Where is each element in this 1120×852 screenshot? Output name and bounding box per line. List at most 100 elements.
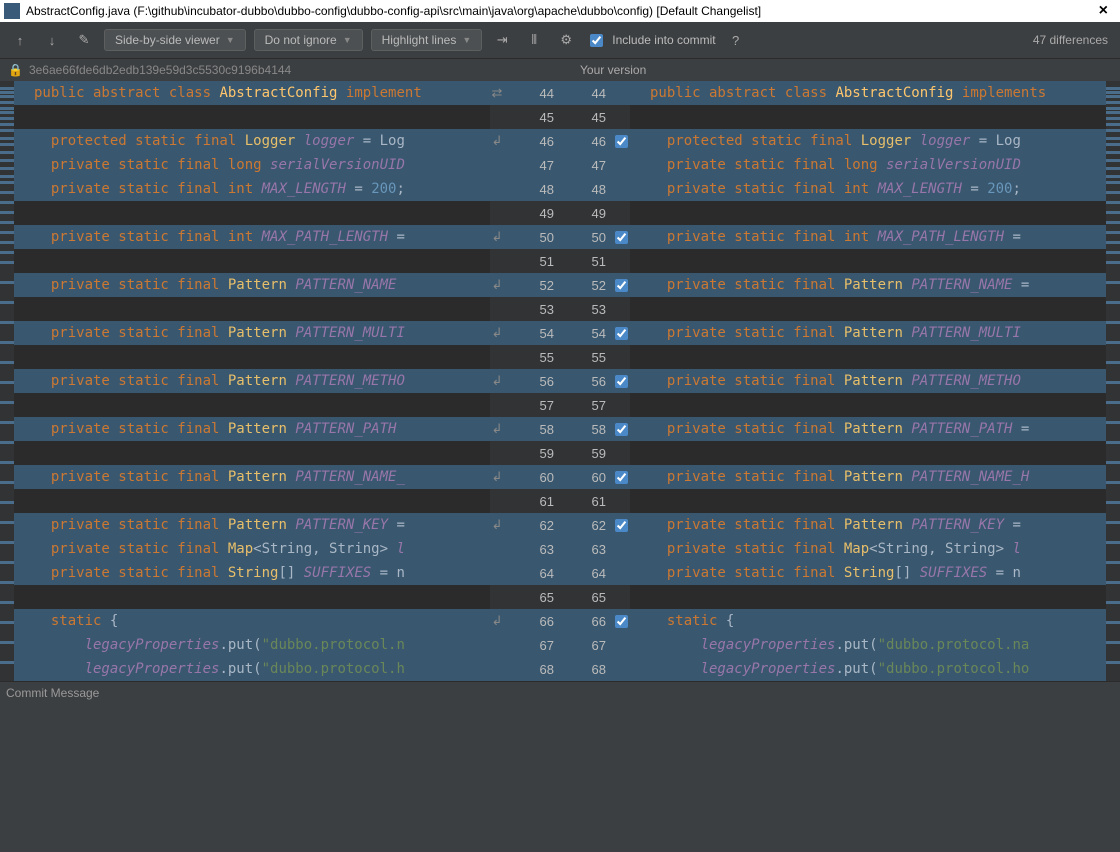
code-line[interactable]: private static final String[] SUFFIXES =… <box>14 561 490 585</box>
code-line[interactable]: private static final int MAX_PATH_LENGTH… <box>14 225 490 249</box>
code-line[interactable]: private static final Pattern PATTERN_PAT… <box>14 417 490 441</box>
include-commit-checkbox[interactable]: Include into commit <box>586 31 715 50</box>
merge-arrow-icon[interactable]: ↲ <box>490 277 504 293</box>
code-line[interactable] <box>14 249 490 273</box>
merge-arrow-icon[interactable]: ↲ <box>490 517 504 533</box>
viewer-combo[interactable]: Side-by-side viewer▼ <box>104 29 246 51</box>
include-line-checkbox[interactable] <box>615 471 628 484</box>
prev-diff-icon[interactable]: ↑ <box>8 28 32 52</box>
gear-icon[interactable]: ⚙ <box>554 28 578 52</box>
merge-arrow-icon[interactable]: ↲ <box>490 613 504 629</box>
minimap-mark <box>0 191 14 194</box>
close-icon[interactable]: × <box>1091 2 1116 20</box>
collapse-icon[interactable]: ⇥ <box>490 28 514 52</box>
minimap-mark <box>0 137 14 140</box>
minimap-right[interactable] <box>1106 81 1120 681</box>
code-line[interactable]: static { <box>630 609 1106 633</box>
code-line[interactable]: legacyProperties.put("dubbo.protocol.ho <box>630 657 1106 681</box>
code-line[interactable] <box>14 345 490 369</box>
merge-arrow-icon[interactable]: ↲ <box>490 373 504 389</box>
code-line[interactable]: public abstract class AbstractConfig imp… <box>630 81 1106 105</box>
code-line[interactable] <box>630 297 1106 321</box>
code-line[interactable]: private static final Pattern PATTERN_MUL… <box>14 321 490 345</box>
code-line[interactable] <box>14 393 490 417</box>
minimap-mark <box>0 91 14 94</box>
code-line[interactable]: private static final Pattern PATTERN_NAM… <box>630 465 1106 489</box>
minimap-mark <box>0 151 14 154</box>
line-number: 47 <box>560 158 612 173</box>
include-line-checkbox[interactable] <box>615 327 628 340</box>
merge-arrow-icon[interactable]: ↲ <box>490 421 504 437</box>
minimap-mark <box>0 621 14 624</box>
code-line[interactable]: protected static final Logger logger = L… <box>630 129 1106 153</box>
include-commit-check[interactable] <box>590 34 603 47</box>
code-line[interactable] <box>630 441 1106 465</box>
include-line-checkbox[interactable] <box>615 519 628 532</box>
merge-arrow-icon[interactable]: ↲ <box>490 229 504 245</box>
ignore-combo[interactable]: Do not ignore▼ <box>254 29 363 51</box>
code-line[interactable] <box>14 201 490 225</box>
code-line[interactable]: private static final int MAX_LENGTH = 20… <box>630 177 1106 201</box>
code-line[interactable] <box>14 585 490 609</box>
minimap-mark <box>1106 541 1120 544</box>
code-line[interactable]: legacyProperties.put("dubbo.protocol.h <box>14 657 490 681</box>
code-line[interactable]: private static final Pattern PATTERN_NAM… <box>14 465 490 489</box>
code-line[interactable] <box>630 489 1106 513</box>
merge-arrow-icon[interactable]: ↲ <box>490 325 504 341</box>
code-line[interactable] <box>14 297 490 321</box>
code-line[interactable]: private static final Pattern PATTERN_KEY… <box>630 513 1106 537</box>
code-line[interactable] <box>630 585 1106 609</box>
edit-icon[interactable]: ✎ <box>72 28 96 52</box>
include-line-checkbox[interactable] <box>615 135 628 148</box>
code-line[interactable]: private static final Pattern PATTERN_MET… <box>14 369 490 393</box>
minimap-mark <box>0 561 14 564</box>
code-line[interactable]: protected static final Logger logger = L… <box>14 129 490 153</box>
line-number: 62 <box>560 518 612 533</box>
code-line[interactable]: private static final int MAX_PATH_LENGTH… <box>630 225 1106 249</box>
code-line[interactable]: private static final long serialVersionU… <box>630 153 1106 177</box>
code-line[interactable] <box>630 393 1106 417</box>
code-line[interactable]: private static final Pattern PATTERN_MET… <box>630 369 1106 393</box>
merge-arrow-icon[interactable]: ↲ <box>490 133 504 149</box>
minimap-mark <box>1106 521 1120 524</box>
line-number: 67 <box>560 638 612 653</box>
code-line[interactable] <box>14 105 490 129</box>
code-line[interactable]: private static final Pattern PATTERN_MUL… <box>630 321 1106 345</box>
left-pane[interactable]: public abstract class AbstractConfig imp… <box>14 81 490 681</box>
code-line[interactable]: private static final Pattern PATTERN_KEY… <box>14 513 490 537</box>
code-line[interactable]: legacyProperties.put("dubbo.protocol.na <box>630 633 1106 657</box>
gutter-row: 63 <box>490 537 560 561</box>
code-line[interactable]: private static final Pattern PATTERN_NAM… <box>14 273 490 297</box>
code-line[interactable]: private static final long serialVersionU… <box>14 153 490 177</box>
include-line-checkbox[interactable] <box>615 615 628 628</box>
merge-arrow-icon[interactable]: ⇄ <box>490 85 504 101</box>
code-line[interactable]: static { <box>14 609 490 633</box>
include-line-checkbox[interactable] <box>615 423 628 436</box>
include-line-checkbox[interactable] <box>615 375 628 388</box>
code-line[interactable]: legacyProperties.put("dubbo.protocol.n <box>14 633 490 657</box>
code-line[interactable]: public abstract class AbstractConfig imp… <box>14 81 490 105</box>
code-line[interactable]: private static final int MAX_LENGTH = 20… <box>14 177 490 201</box>
include-line-checkbox[interactable] <box>615 231 628 244</box>
ignore-label: Do not ignore <box>265 33 337 47</box>
next-diff-icon[interactable]: ↓ <box>40 28 64 52</box>
code-line[interactable] <box>630 345 1106 369</box>
code-line[interactable]: private static final String[] SUFFIXES =… <box>630 561 1106 585</box>
include-line-checkbox[interactable] <box>615 279 628 292</box>
code-line[interactable] <box>630 249 1106 273</box>
help-icon[interactable]: ? <box>724 28 748 52</box>
code-line[interactable]: private static final Pattern PATTERN_NAM… <box>630 273 1106 297</box>
code-line[interactable] <box>630 105 1106 129</box>
highlight-combo[interactable]: Highlight lines▼ <box>371 29 483 51</box>
line-number: 51 <box>560 254 612 269</box>
code-line[interactable]: private static final Map<String, String>… <box>14 537 490 561</box>
code-line[interactable] <box>14 489 490 513</box>
code-line[interactable]: private static final Map<String, String>… <box>630 537 1106 561</box>
sync-scroll-icon[interactable]: ⫴ <box>522 28 546 52</box>
code-line[interactable]: private static final Pattern PATTERN_PAT… <box>630 417 1106 441</box>
merge-arrow-icon[interactable]: ↲ <box>490 469 504 485</box>
minimap-left[interactable] <box>0 81 14 681</box>
code-line[interactable] <box>630 201 1106 225</box>
code-line[interactable] <box>14 441 490 465</box>
right-pane[interactable]: public abstract class AbstractConfig imp… <box>630 81 1106 681</box>
